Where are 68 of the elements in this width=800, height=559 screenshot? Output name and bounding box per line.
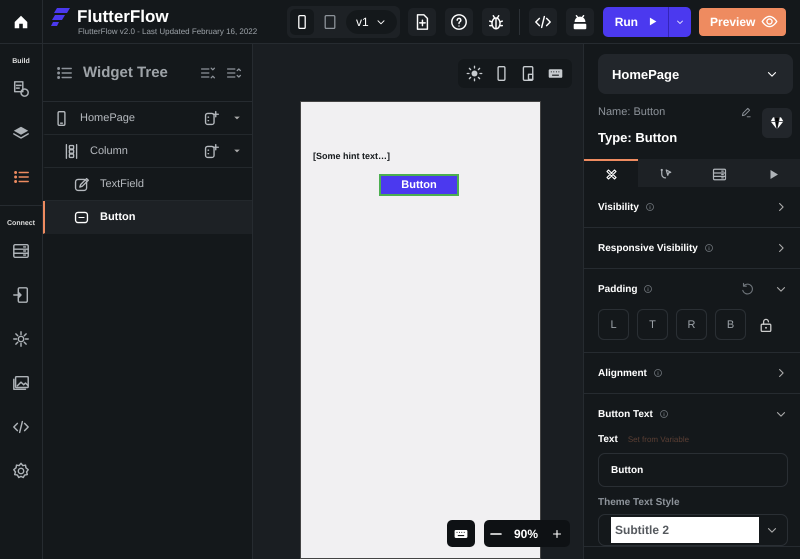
zoom-level: 90% xyxy=(514,526,538,540)
info-icon xyxy=(704,243,714,253)
version-dropdown[interactable]: v1 xyxy=(346,10,397,34)
field-label: Theme Text Style xyxy=(598,497,680,508)
column-icon xyxy=(63,142,80,160)
diamond-button[interactable] xyxy=(762,108,792,138)
flow-cursor-icon xyxy=(658,166,672,182)
phone-arrow-icon xyxy=(12,286,30,304)
bug-icon xyxy=(486,12,505,30)
section-title: Padding xyxy=(598,284,638,294)
document-icon xyxy=(12,80,30,98)
widget-type: Type: Button xyxy=(598,130,678,145)
android-apk-icon xyxy=(570,12,589,30)
help-icon xyxy=(450,12,468,30)
button-icon xyxy=(73,208,90,226)
diamond-icon xyxy=(769,114,785,130)
text-field-hint[interactable]: [Some hint text…] xyxy=(313,151,390,161)
tree-item[interactable]: Button xyxy=(43,201,252,234)
tree-item[interactable]: HomePage xyxy=(43,102,252,135)
edit-icon xyxy=(73,176,90,192)
text-style-dropdown[interactable]: Subtitle 2 xyxy=(598,514,788,546)
section-title: Responsive Visibility xyxy=(598,242,698,254)
tablet-icon xyxy=(322,14,338,30)
padding-field[interactable]: T xyxy=(637,309,668,340)
code-button[interactable] xyxy=(528,8,557,36)
section-title: Alignment xyxy=(598,368,647,378)
eye-icon xyxy=(761,13,778,30)
padding-field[interactable]: L xyxy=(598,309,629,340)
list-icon xyxy=(12,168,30,186)
settings-icon xyxy=(12,462,30,480)
logo-icon xyxy=(51,7,71,27)
info-icon xyxy=(652,368,663,378)
brush-ruler-icon xyxy=(604,166,618,182)
images-icon xyxy=(12,374,30,392)
code-icon xyxy=(12,418,30,436)
version-subtitle: FlutterFlow v2.0 - Last Updated February 16, 2022 xyxy=(78,27,258,36)
reset-icon[interactable] xyxy=(740,282,754,296)
add-widget-icon[interactable] xyxy=(203,142,220,160)
text-input-field[interactable]: Button xyxy=(598,453,788,487)
section-title: Visibility xyxy=(598,202,639,212)
widget-name: Name: Button xyxy=(598,106,666,118)
design-tab[interactable] xyxy=(584,159,638,187)
add-widget-icon[interactable] xyxy=(203,110,220,126)
tree-item[interactable]: Column xyxy=(43,135,252,168)
add-page-button[interactable] xyxy=(408,8,436,36)
app-title: FlutterFlow xyxy=(77,7,169,27)
minus-icon xyxy=(490,532,502,534)
padding-field[interactable]: B xyxy=(715,309,746,340)
bug-button[interactable] xyxy=(482,8,510,36)
preview-button-widget[interactable]: Button xyxy=(379,174,459,196)
info-icon xyxy=(658,409,669,419)
collapse-all-icon[interactable] xyxy=(200,64,216,80)
panel-title: Widget Tree xyxy=(83,64,169,81)
info-icon xyxy=(644,202,655,212)
help-button[interactable] xyxy=(444,8,473,36)
section-title: Button Text xyxy=(598,408,653,420)
apk-button[interactable] xyxy=(566,8,594,36)
lock-icon[interactable] xyxy=(758,316,774,332)
keyboard-button[interactable] xyxy=(446,520,475,547)
field-label: Text xyxy=(598,434,618,445)
sun-icon[interactable] xyxy=(466,65,483,82)
pencil-icon[interactable] xyxy=(740,106,752,118)
server-icon xyxy=(12,242,30,260)
page-selector[interactable]: HomePage xyxy=(598,54,793,94)
server-icon xyxy=(712,166,726,182)
padding-field[interactable]: R xyxy=(676,309,707,340)
info-icon xyxy=(643,284,654,294)
phone-toggle[interactable] xyxy=(290,8,314,34)
